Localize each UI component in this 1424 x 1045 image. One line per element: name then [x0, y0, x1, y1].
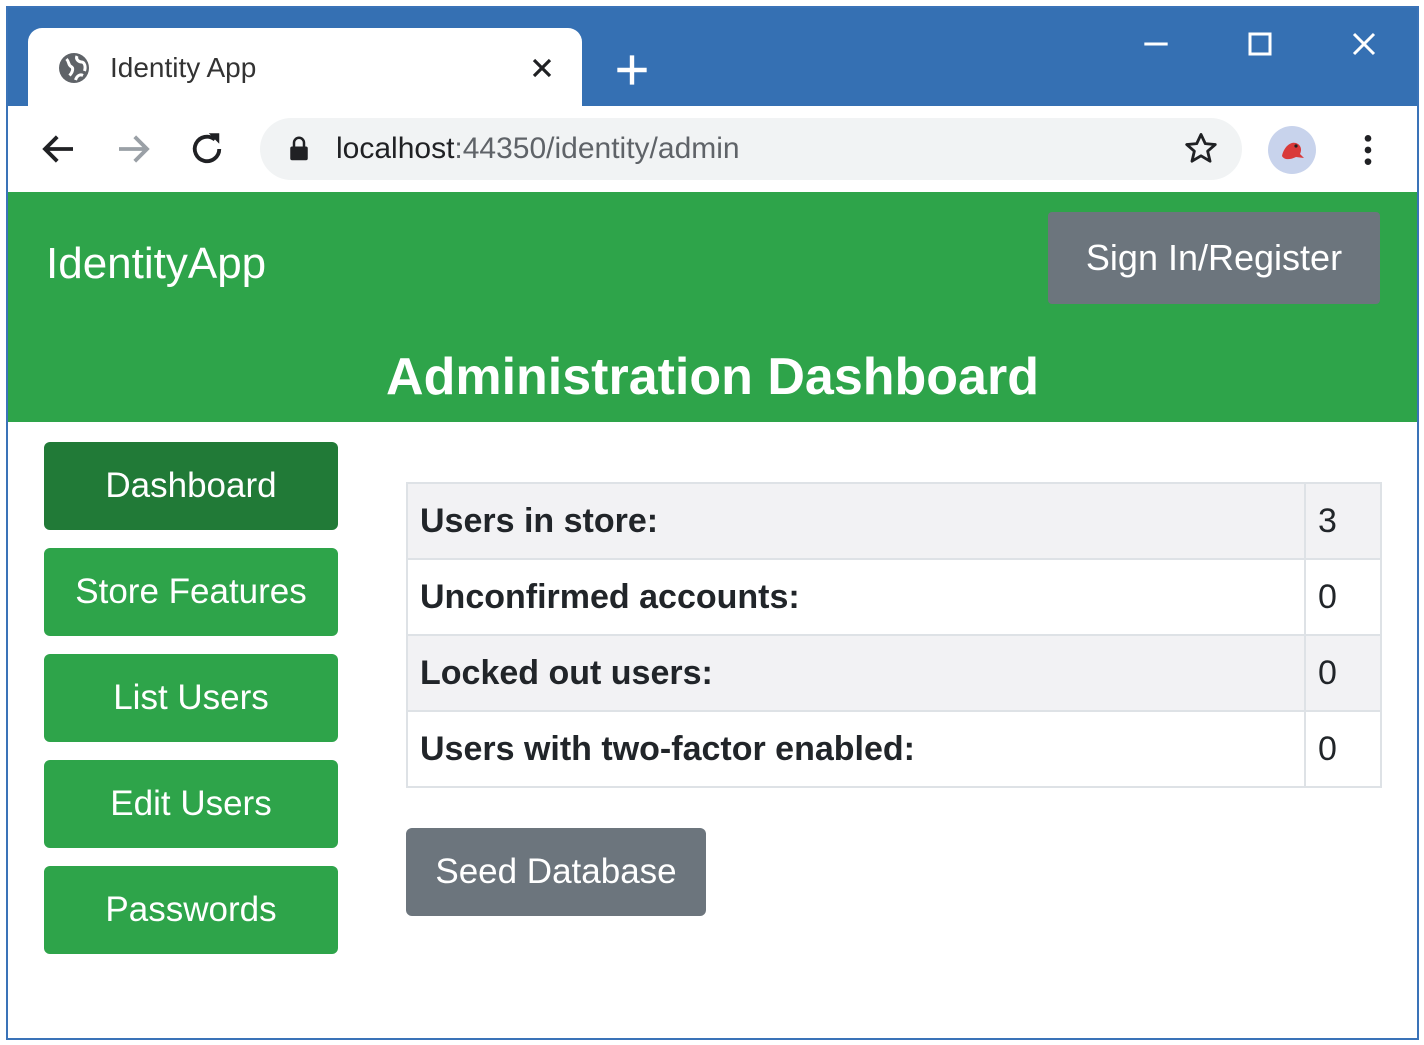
- url-host: localhost: [336, 132, 455, 165]
- stat-value: 0: [1304, 634, 1382, 712]
- stat-label: Users in store:: [406, 482, 1306, 560]
- nav-store-features-button[interactable]: Store Features: [44, 548, 338, 636]
- browser-toolbar: localhost:44350/identity/admin: [8, 106, 1417, 192]
- header-banner: IdentityApp Sign In/Register Administrat…: [8, 192, 1417, 422]
- browser-tab[interactable]: Identity App: [28, 28, 582, 108]
- lock-icon[interactable]: [284, 134, 314, 164]
- back-arrow-icon[interactable]: [38, 128, 80, 170]
- close-icon[interactable]: [526, 52, 558, 84]
- table-row: Locked out users: 0: [406, 634, 1382, 712]
- stat-value: 0: [1304, 710, 1382, 788]
- table-row: Users with two-factor enabled: 0: [406, 710, 1382, 788]
- url-path: :44350/identity/admin: [454, 132, 740, 165]
- nav-passwords-button[interactable]: Passwords: [44, 866, 338, 954]
- kebab-menu-icon[interactable]: [1348, 130, 1388, 170]
- stat-label: Locked out users:: [406, 634, 1306, 712]
- forward-arrow-icon[interactable]: [112, 128, 154, 170]
- page-title: Administration Dashboard: [386, 348, 1039, 406]
- stat-label: Users with two-factor enabled:: [406, 710, 1306, 788]
- tab-title: Identity App: [110, 52, 257, 83]
- star-icon[interactable]: [1182, 130, 1220, 168]
- nav-edit-users-button[interactable]: Edit Users: [44, 760, 338, 848]
- profile-bird-icon: [1282, 142, 1304, 160]
- reload-icon[interactable]: [186, 128, 228, 170]
- browser-window: Identity App localhost:44350/identity/ad…: [6, 6, 1419, 1040]
- globe-icon: [59, 53, 89, 83]
- profile-avatar[interactable]: [1268, 126, 1316, 174]
- seed-database-button[interactable]: Seed Database: [406, 828, 706, 916]
- stat-label: Unconfirmed accounts:: [406, 558, 1306, 636]
- stat-value: 0: [1304, 558, 1382, 636]
- page-content: IdentityApp Sign In/Register Administrat…: [8, 192, 1417, 1038]
- nav-dashboard-button[interactable]: Dashboard: [44, 442, 338, 530]
- url-text[interactable]: localhost:44350/identity/admin: [336, 128, 740, 170]
- minimize-icon[interactable]: [1134, 24, 1178, 64]
- close-window-icon[interactable]: [1342, 24, 1386, 64]
- maximize-icon[interactable]: [1238, 24, 1282, 64]
- sidebar-nav: Dashboard Store Features List Users Edit…: [44, 442, 338, 972]
- table-row: Users in store: 3: [406, 482, 1382, 560]
- app-brand[interactable]: IdentityApp: [46, 234, 266, 294]
- sign-in-register-button[interactable]: Sign In/Register: [1048, 212, 1380, 304]
- plus-icon[interactable]: [610, 48, 654, 92]
- stat-value: 3: [1304, 482, 1382, 560]
- stats-table: Users in store: 3 Unconfirmed accounts: …: [406, 482, 1382, 788]
- table-row: Unconfirmed accounts: 0: [406, 558, 1382, 636]
- title-bar: Identity App: [8, 8, 1417, 108]
- nav-list-users-button[interactable]: List Users: [44, 654, 338, 742]
- address-bar[interactable]: localhost:44350/identity/admin: [260, 118, 1242, 180]
